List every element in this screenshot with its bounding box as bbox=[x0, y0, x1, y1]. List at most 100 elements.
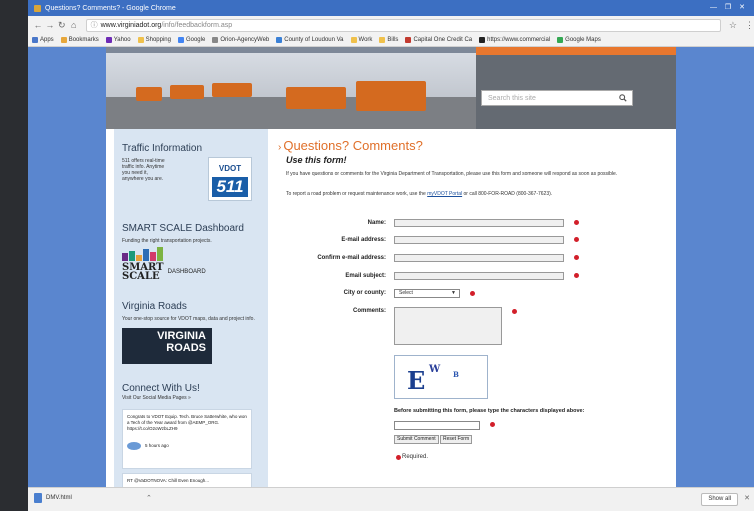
reload-icon[interactable]: ↻ bbox=[56, 20, 68, 31]
bookmark-icon bbox=[105, 37, 112, 43]
social-media-link[interactable]: Visit Our Social Media Pages » bbox=[122, 395, 262, 401]
bookmark-label: Google bbox=[185, 37, 206, 43]
bookmark-icon bbox=[32, 37, 38, 43]
download-item[interactable]: DMV.html bbox=[34, 493, 72, 503]
reset-form-button[interactable]: Reset Form bbox=[440, 435, 473, 444]
show-all-button[interactable]: Show all bbox=[701, 493, 738, 506]
intro-text: If you have questions or comments for th… bbox=[286, 171, 618, 177]
site-search-input[interactable]: Search this site bbox=[481, 90, 633, 106]
virginia-roads-title[interactable]: Virginia Roads bbox=[122, 301, 262, 312]
virginia-roads-section[interactable]: Virginia Roads Your one-stop source for … bbox=[122, 301, 262, 364]
bookmark-item[interactable]: Orion-AgencyWeb bbox=[212, 37, 269, 43]
email-label: E-mail address: bbox=[341, 237, 386, 243]
roads-logo-line2: ROADS bbox=[166, 342, 206, 354]
virginia-roads-logo[interactable]: VIRGINIA ROADS bbox=[122, 328, 212, 364]
submit-comment-button[interactable]: Submit Comment bbox=[394, 435, 439, 444]
email-row: E-mail address: bbox=[278, 236, 658, 246]
bookmark-item[interactable]: County of Loudoun Va bbox=[276, 37, 344, 43]
name-label: Name: bbox=[367, 220, 386, 226]
url-path: /info/feedbackform.asp bbox=[161, 21, 233, 29]
twitter-bird-icon bbox=[127, 442, 141, 450]
bookmark-item[interactable]: Yahoo bbox=[105, 37, 131, 43]
info-icon[interactable]: ⓘ bbox=[91, 20, 98, 30]
subject-row: Email subject: bbox=[278, 272, 658, 282]
required-legend-dot bbox=[396, 455, 401, 460]
bookmark-label: Yahoo bbox=[113, 37, 131, 43]
traffic-info-text: 511 offers real-time traffic info. Anyti… bbox=[122, 158, 165, 182]
smart-scale-graphic bbox=[122, 247, 262, 261]
captcha-char: B bbox=[453, 370, 459, 379]
url-host: www.virginiadot.org bbox=[100, 21, 162, 29]
bookmark-item[interactable]: https://www.commercial bbox=[479, 37, 550, 43]
page-title: Questions? Comments? bbox=[278, 138, 422, 153]
banner-top-strip bbox=[106, 47, 476, 53]
bookmarks-bar: Apps Bookmarks Yahoo Shopping Google Orion-Ag… bbox=[28, 34, 754, 47]
bookmark-label: Work bbox=[358, 37, 373, 43]
chevron-up-icon[interactable]: ⌃ bbox=[146, 494, 152, 502]
required-dot bbox=[490, 422, 495, 427]
back-icon[interactable]: ← bbox=[32, 20, 44, 30]
bookmark-label: Orion-AgencyWeb bbox=[220, 37, 270, 43]
search-icon[interactable] bbox=[619, 94, 627, 102]
bookmark-icon bbox=[379, 37, 386, 43]
page-viewport: Search this site Traffic Information 511… bbox=[28, 47, 754, 487]
smart-scale-section[interactable]: SMART SCALE Dashboard Funding the right … bbox=[122, 223, 262, 282]
city-select[interactable]: Select ▼ bbox=[394, 289, 460, 298]
tweet-time: 5 hours ago bbox=[145, 443, 169, 448]
smart-scale-title[interactable]: SMART SCALE Dashboard bbox=[122, 223, 262, 234]
window-controls[interactable]: — ❐ ✕ bbox=[710, 3, 748, 11]
confirm-email-label: Confirm e-mail address: bbox=[317, 255, 386, 261]
bookmark-item[interactable]: Google bbox=[177, 37, 206, 43]
bookmark-item[interactable]: Google Maps bbox=[557, 37, 601, 43]
captcha-instructions: Before submitting this form, please type… bbox=[394, 408, 585, 414]
home-icon[interactable]: ⌂ bbox=[68, 20, 80, 30]
bookmark-item[interactable]: Work bbox=[350, 37, 373, 43]
captcha-char: E bbox=[407, 366, 426, 395]
bookmark-star-icon[interactable]: ☆ bbox=[729, 20, 737, 31]
traffic-info-title[interactable]: Traffic Information bbox=[122, 143, 262, 154]
subject-field[interactable] bbox=[394, 272, 564, 280]
close-icon[interactable]: ✕ bbox=[744, 494, 750, 502]
twitter-feed-item[interactable]: Congrats to VDOT Equip. Tech. Bruce Satt… bbox=[122, 409, 252, 469]
comments-label: Comments: bbox=[352, 308, 386, 314]
menu-icon[interactable]: ⋮ bbox=[745, 20, 754, 31]
name-row: Name: bbox=[278, 219, 658, 229]
bookmark-item[interactable]: Capital One Credit Ca bbox=[405, 37, 472, 43]
bookmark-label: Shopping bbox=[145, 37, 171, 43]
search-placeholder: Search this site bbox=[488, 94, 536, 102]
myvdot-portal-link[interactable]: myVDOT Portal bbox=[427, 191, 462, 197]
connect-section: Connect With Us! Visit Our Social Media … bbox=[122, 383, 262, 401]
bar-block bbox=[122, 253, 128, 261]
confirm-email-field[interactable] bbox=[394, 254, 564, 262]
address-bar[interactable]: ⓘ www.virginiadot.org/info/feedbackform.… bbox=[85, 18, 721, 32]
forward-icon[interactable]: → bbox=[44, 20, 56, 30]
vdot-511-logo[interactable]: VDOT 511 bbox=[208, 157, 252, 201]
twitter-feed-item[interactable]: RT @VaDOTNOVA: Chill Even Enough... bbox=[122, 473, 252, 487]
required-dot bbox=[574, 273, 579, 278]
name-field[interactable] bbox=[394, 219, 564, 227]
smart-logo-line2: SCALE bbox=[122, 271, 160, 282]
comments-textarea[interactable] bbox=[394, 307, 502, 345]
bookmark-item[interactable]: Bookmarks bbox=[60, 37, 99, 43]
banner-accent bbox=[476, 47, 676, 55]
bookmark-label: Google Maps bbox=[565, 37, 601, 43]
bar-block bbox=[150, 252, 156, 261]
bookmark-item[interactable]: Shopping bbox=[137, 37, 171, 43]
confirm-email-row: Confirm e-mail address: bbox=[278, 254, 658, 264]
browser-toolbar: ← → ↻ ⌂ ⓘ www.virginiadot.org/info/feedb… bbox=[28, 16, 754, 34]
bookmark-item[interactable]: Bills bbox=[379, 37, 398, 43]
bookmark-label: Bookmarks bbox=[68, 37, 99, 43]
subject-label: Email subject: bbox=[345, 273, 386, 279]
smart-scale-logo[interactable]: SMART SCALE DASHBOARD bbox=[122, 263, 262, 282]
captcha-input[interactable] bbox=[394, 421, 480, 430]
window-title: Questions? Comments? - Google Chrome bbox=[45, 4, 176, 12]
required-dot bbox=[574, 255, 579, 260]
bookmark-item[interactable]: Apps bbox=[32, 37, 54, 43]
roads-logo-line1: VIRGINIA bbox=[157, 330, 206, 342]
email-field[interactable] bbox=[394, 236, 564, 244]
bookmark-icon bbox=[212, 37, 219, 43]
captcha-char: W bbox=[429, 364, 441, 375]
downloads-bar: DMV.html ⌃ Show all ✕ bbox=[28, 487, 754, 511]
bookmark-icon bbox=[137, 37, 144, 43]
intro2-pre: To report a road problem or request main… bbox=[286, 191, 426, 197]
